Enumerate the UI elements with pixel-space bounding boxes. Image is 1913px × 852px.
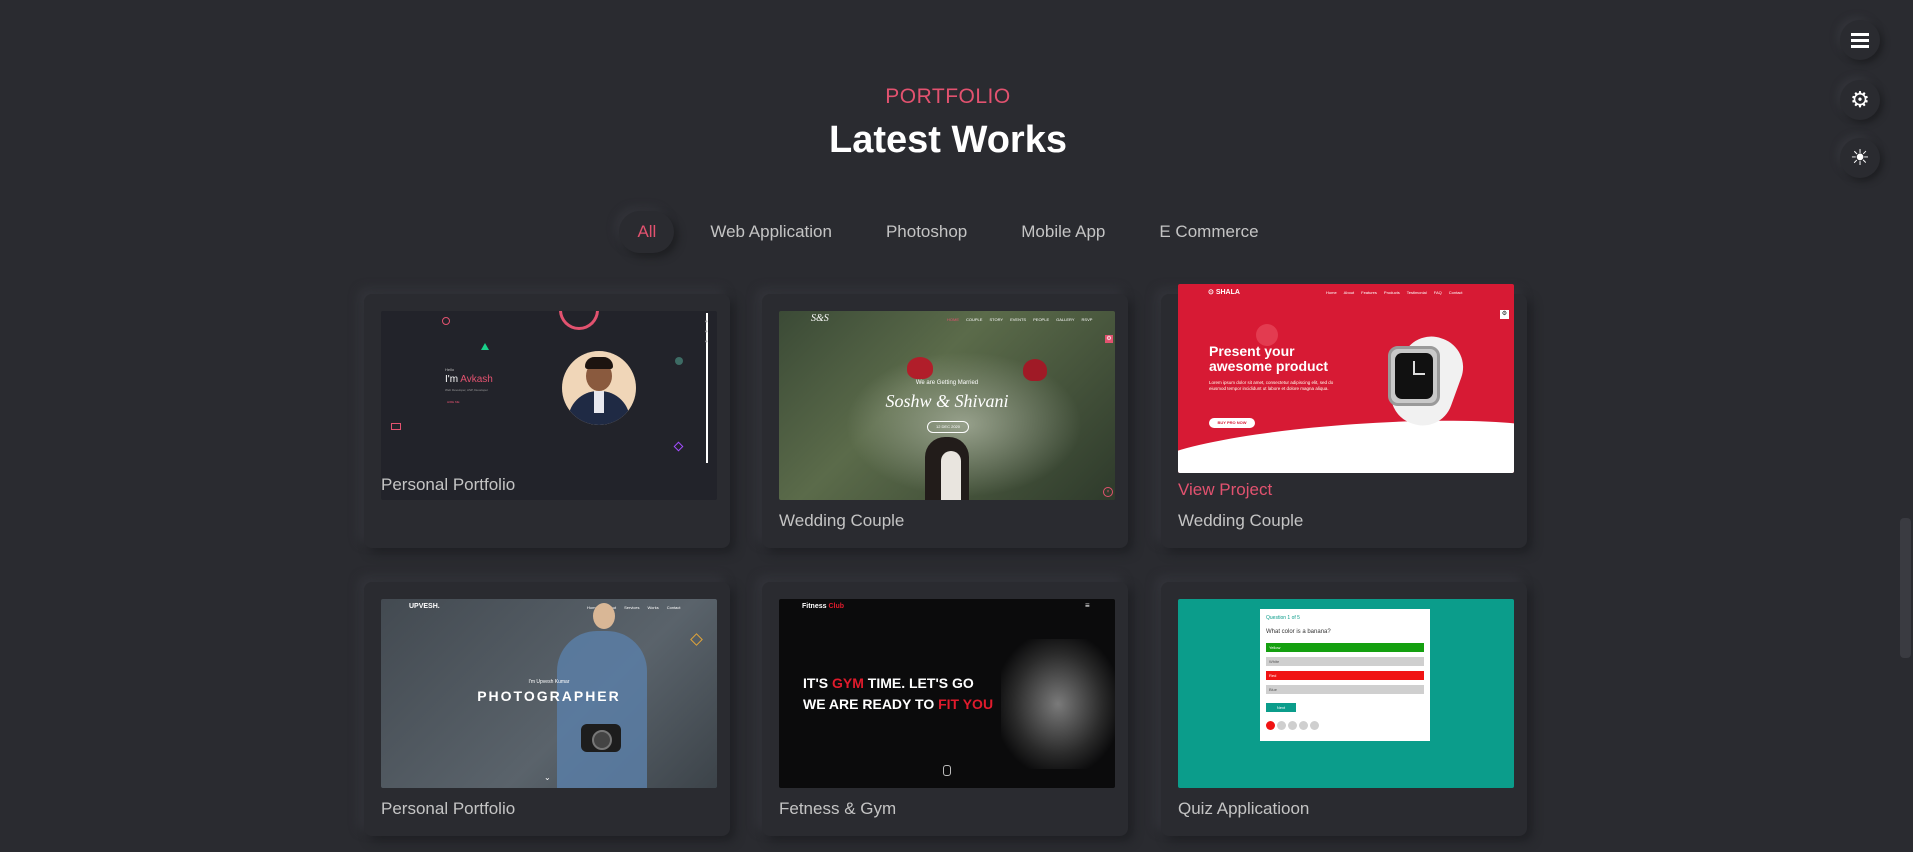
athlete-image — [1001, 639, 1115, 769]
gear-icon: ⚙ — [1850, 87, 1870, 112]
portfolio-card[interactable]: UPVESH. Home About Services Works Contac… — [364, 582, 730, 836]
dots-icon: • • • — [705, 317, 708, 346]
hero-cta: HIRE ME — [447, 400, 460, 404]
settings-button[interactable]: ⚙ — [1840, 80, 1880, 120]
decor-rect — [391, 423, 401, 430]
quiz-panel: Question 1 of 5 What color is a banana? … — [1260, 609, 1430, 741]
site-logo: UPVESH. — [409, 603, 440, 610]
hero-line-2: WE ARE READY TO FIT YOU — [803, 696, 994, 712]
site-logo: ⊙ SHALA — [1208, 289, 1240, 296]
site-logo: Fitness Club — [802, 603, 845, 610]
project-title: Personal Portfolio — [381, 799, 516, 818]
project-thumbnail[interactable]: S&S HOME COUPLE STORY EVENTS PEOPLE GALL… — [779, 311, 1115, 500]
portfolio-card[interactable]: ⊙ SHALA Home About Features Products Tes… — [1161, 284, 1527, 548]
decor-dot — [675, 357, 683, 365]
hero-kicker: We are Getting Married — [915, 380, 979, 386]
wedding-date: 12 DEC 2020 — [927, 421, 969, 433]
answer-option[interactable]: Yellow — [1266, 643, 1424, 652]
filter-mobile-app[interactable]: Mobile App — [1003, 211, 1123, 253]
answer-option[interactable]: Red — [1266, 671, 1424, 680]
project-thumbnail[interactable]: Fitness Club ≡ IT'S GYM TIME. LET'S GO W… — [779, 599, 1115, 788]
person-head — [593, 603, 615, 629]
menu-icon — [1851, 33, 1869, 48]
view-project-link[interactable]: View Project — [1178, 480, 1272, 500]
menu-button[interactable] — [1840, 20, 1880, 60]
progress-dots — [1266, 721, 1319, 730]
decor-diamond — [690, 633, 703, 646]
site-logo: S&S — [811, 313, 829, 324]
project-thumbnail[interactable]: Question 1 of 5 What color is a banana? … — [1178, 599, 1514, 788]
project-title: Wedding Couple — [779, 511, 905, 530]
scrollbar-thumb[interactable] — [1900, 518, 1911, 658]
project-thumbnail[interactable]: UPVESH. Home About Services Works Contac… — [381, 599, 717, 788]
person-shirt — [557, 631, 647, 788]
section-subtitle: PORTFOLIO — [885, 85, 1011, 108]
hero-greeting: Hello — [445, 367, 455, 372]
avatar — [562, 351, 636, 425]
decor-circle — [442, 317, 450, 325]
site-nav: HOME COUPLE STORY EVENTS PEOPLE GALLERY … — [947, 317, 1093, 322]
close-icon[interactable]: × — [1103, 487, 1113, 497]
hero-line-1: IT'S GYM TIME. LET'S GO — [803, 675, 974, 691]
sun-icon: ☀ — [1850, 145, 1870, 170]
question-counter: Question 1 of 5 — [1266, 615, 1300, 621]
filter-all[interactable]: All — [619, 211, 675, 253]
project-thumbnail[interactable]: ⊙ SHALA Home About Features Products Tes… — [1178, 284, 1514, 473]
decor-arc — [559, 311, 599, 330]
settings-tab-icon[interactable]: ⚙ — [1500, 310, 1509, 319]
hero-headline: PHOTOGRAPHER — [477, 688, 621, 704]
answer-option[interactable]: White — [1266, 657, 1424, 666]
question-text: What color is a banana? — [1266, 629, 1331, 635]
chevron-down-icon: ⌄ — [544, 773, 551, 782]
settings-tab-icon[interactable]: ⚙ — [1105, 335, 1113, 343]
section-title: Latest Works — [829, 119, 1067, 161]
portfolio-card[interactable]: Question 1 of 5 What color is a banana? … — [1161, 582, 1527, 836]
next-button[interactable]: Next — [1266, 703, 1296, 712]
hero-cta-button[interactable]: BUY PRO NOW — [1209, 418, 1255, 428]
hero-headline: Present your awesome product — [1209, 343, 1329, 374]
heart-balloon — [907, 357, 933, 379]
project-thumbnail[interactable]: • • • Hello I'm Avkash Web Developer, ASP,… — [381, 311, 717, 500]
answer-option[interactable]: Blue — [1266, 685, 1424, 694]
hero-kicker: I'm Upvesh Kumar — [528, 679, 570, 685]
couple-names: Soshw & Shivani — [885, 391, 1009, 411]
filter-e-commerce[interactable]: E Commerce — [1141, 211, 1276, 253]
camera — [581, 724, 621, 752]
filter-photoshop[interactable]: Photoshop — [868, 211, 985, 253]
watch-case — [1388, 346, 1440, 406]
site-nav: Home About Features Products Testimonial… — [1326, 290, 1463, 295]
portfolio-card[interactable]: Fitness Club ≡ IT'S GYM TIME. LET'S GO W… — [762, 582, 1128, 836]
menu-icon[interactable]: ≡ — [1085, 601, 1090, 610]
project-title: Quiz Applicatioon — [1178, 799, 1310, 818]
portfolio-filters: All Web Application Photoshop Mobile App… — [0, 211, 1896, 253]
hero-body: Lorem ipsum dolor sit amet, consectetur … — [1209, 380, 1334, 391]
portfolio-card[interactable]: • • • Hello I'm Avkash Web Developer, ASP,… — [364, 294, 730, 548]
theme-toggle-button[interactable]: ☀ — [1840, 138, 1880, 178]
project-title: Wedding Couple — [1178, 511, 1304, 530]
project-title: Fetness & Gym — [779, 799, 897, 818]
scroll-mouse-icon — [943, 765, 951, 776]
hero-tagline: Web Developer, ASP, Developer — [445, 388, 488, 392]
decor-triangle — [481, 343, 489, 350]
decor-square — [673, 441, 684, 452]
filter-web-application[interactable]: Web Application — [692, 211, 850, 253]
portfolio-card[interactable]: S&S HOME COUPLE STORY EVENTS PEOPLE GALL… — [762, 294, 1128, 548]
scrollbar[interactable] — [1898, 0, 1913, 852]
heart-balloon — [1023, 359, 1047, 381]
project-title: Personal Portfolio — [381, 475, 516, 494]
hero-name: I'm Avkash — [445, 374, 493, 385]
